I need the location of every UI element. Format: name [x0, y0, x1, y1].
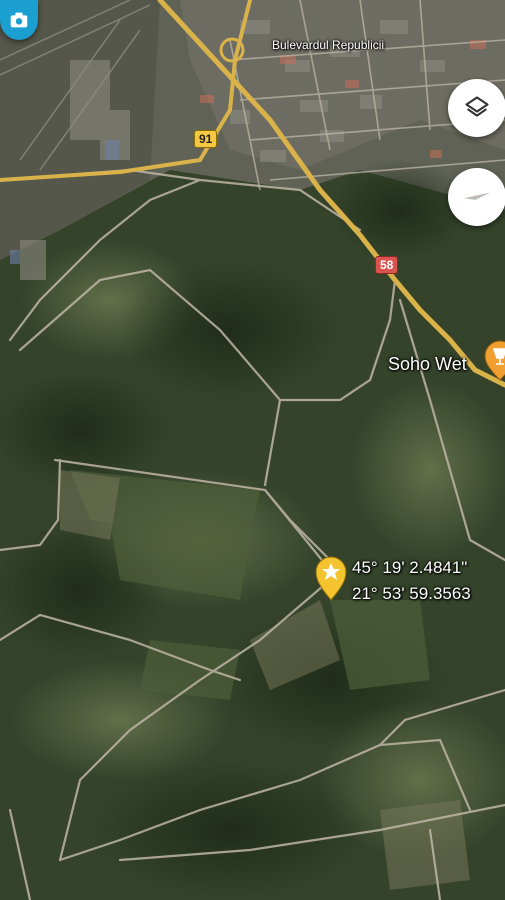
camera-button[interactable]: [0, 0, 38, 40]
route-shield-58: 58: [375, 256, 399, 274]
pin-longitude: 21° 53' 59.3563: [352, 584, 471, 603]
layers-icon: [465, 96, 489, 117]
compass-button[interactable]: [448, 168, 505, 226]
pin-latitude: 45° 19' 2.4841": [352, 558, 468, 577]
compass-icon: [464, 192, 490, 200]
layers-button[interactable]: [448, 79, 505, 137]
street-label: Bulevardul Republicii: [272, 38, 385, 52]
satellite-map[interactable]: [0, 0, 505, 900]
camera-icon: [10, 12, 28, 28]
poi-label[interactable]: Soho Wet: [388, 354, 467, 375]
route-shield-91: 91: [194, 130, 218, 148]
